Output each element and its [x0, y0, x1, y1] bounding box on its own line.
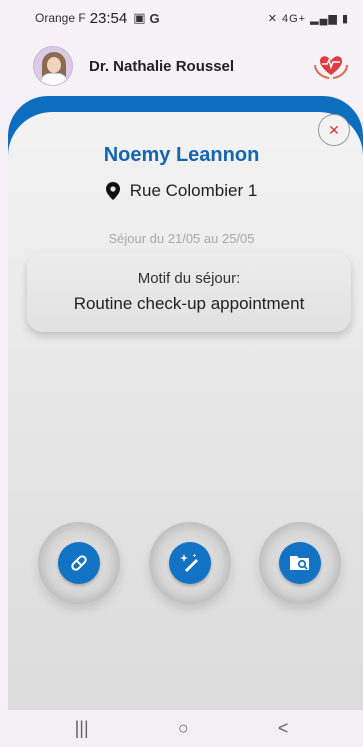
- pill-icon: [71, 555, 87, 571]
- patient-card: [8, 112, 363, 710]
- close-icon: ✕: [328, 121, 340, 138]
- heart-hands-logo-icon[interactable]: [313, 51, 349, 81]
- battery-icon: ▮: [341, 12, 349, 25]
- back-button[interactable]: <: [278, 718, 289, 739]
- mute-icon: ✕: [267, 12, 278, 25]
- status-bar: Orange F 23:54 ▣ G ✕ 4G+ ▂▄▆ ▮: [0, 0, 363, 36]
- stay-reason-card: Motif du séjour: Routine check-up appoin…: [27, 252, 351, 332]
- clock: 23:54: [89, 9, 128, 27]
- location-pin-icon: [105, 182, 120, 200]
- close-button[interactable]: ✕: [318, 114, 350, 146]
- recents-button[interactable]: |||: [75, 718, 89, 739]
- network-type: 4G+: [281, 12, 307, 25]
- reason-value: Routine check-up appointment: [73, 294, 305, 313]
- reason-label: Motif du séjour:: [137, 270, 241, 287]
- magic-pen-icon: [180, 553, 198, 572]
- signal-icon: ▂▄▆: [310, 12, 338, 25]
- gallery-icon: ▣: [133, 10, 146, 25]
- patient-name: Noemy Leannon: [103, 144, 260, 166]
- address-row: Rue Colombier 1: [0, 181, 363, 201]
- stay-dates: Séjour du 21/05 au 25/05: [108, 231, 255, 246]
- medication-button[interactable]: [38, 522, 120, 604]
- app-header: Dr. Nathalie Roussel: [0, 36, 363, 96]
- doctor-name: Dr. Nathalie Roussel: [89, 57, 235, 75]
- google-icon: G: [149, 10, 160, 26]
- notes-button[interactable]: [149, 522, 231, 604]
- avatar[interactable]: [33, 46, 73, 86]
- documents-button[interactable]: [259, 522, 341, 604]
- signal-status: ✕ 4G+ ▂▄▆ ▮: [268, 12, 349, 25]
- system-nav-bar: ||| ○ <: [0, 710, 363, 747]
- patient-address: Rue Colombier 1: [129, 181, 258, 200]
- home-button[interactable]: ○: [178, 718, 189, 739]
- folder-search-icon: [290, 556, 309, 570]
- carrier-label: Orange F: [35, 11, 86, 25]
